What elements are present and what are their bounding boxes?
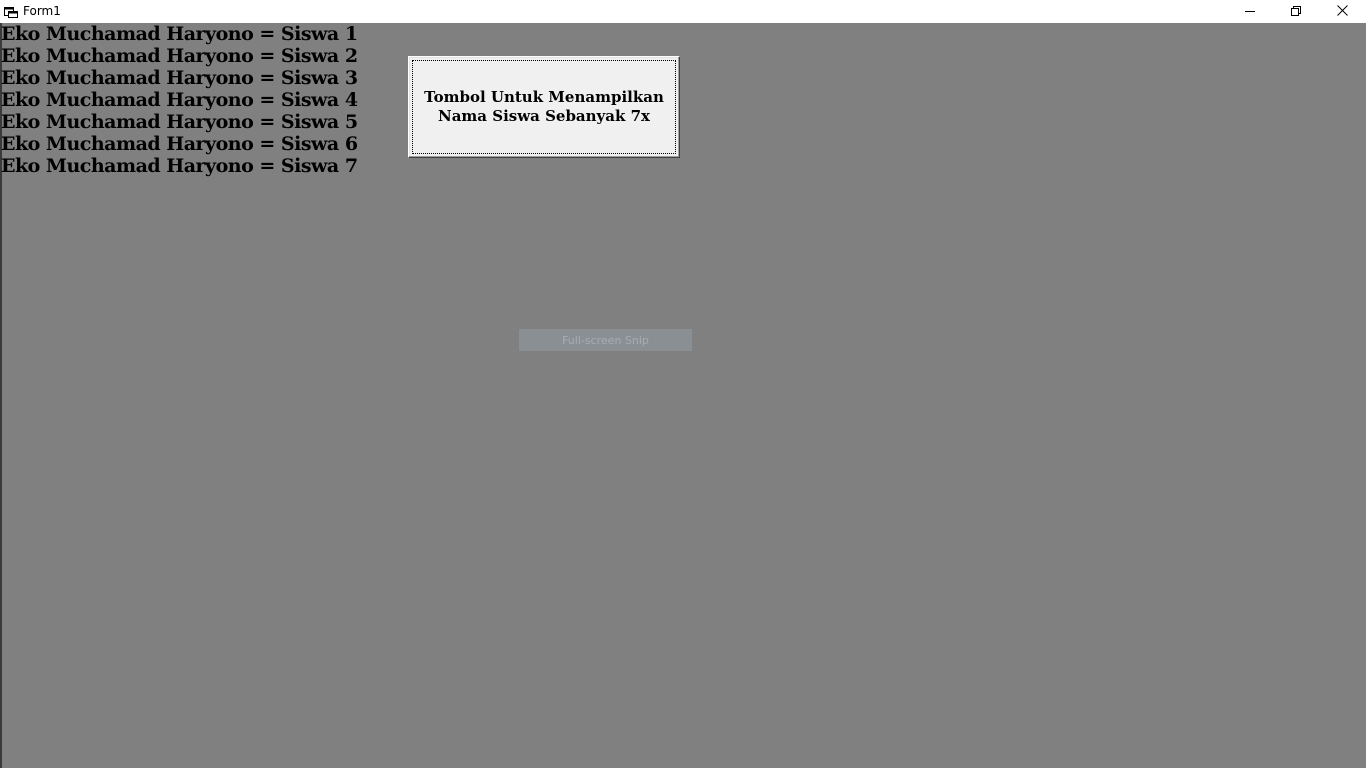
output-line: Eko Muchamad Haryono = Siswa 6 (1, 133, 358, 155)
output-line: Eko Muchamad Haryono = Siswa 1 (1, 23, 358, 45)
close-icon (1336, 4, 1348, 19)
form1-window: Form1 Eko Muchamad Haryono = Siswa 1 Eko… (0, 0, 1366, 768)
title-bar[interactable]: Form1 (0, 0, 1366, 23)
window-title: Form1 (23, 4, 61, 18)
restore-icon (1291, 5, 1301, 19)
form-window-icon[interactable] (4, 5, 18, 18)
output-line: Eko Muchamad Haryono = Siswa 2 (1, 45, 358, 67)
show-names-button[interactable]: Tombol Untuk Menampilkan Nama Siswa Seba… (408, 56, 680, 158)
output-line: Eko Muchamad Haryono = Siswa 5 (1, 111, 358, 133)
output-line: Eko Muchamad Haryono = Siswa 7 (1, 155, 358, 177)
show-names-button-label: Tombol Untuk Menampilkan Nama Siswa Seba… (424, 88, 664, 125)
output-line: Eko Muchamad Haryono = Siswa 3 (1, 67, 358, 89)
restore-button[interactable] (1273, 0, 1319, 23)
minimize-icon (1245, 5, 1255, 19)
close-button[interactable] (1319, 0, 1365, 23)
printed-output: Eko Muchamad Haryono = Siswa 1 Eko Mucha… (1, 23, 358, 177)
output-line: Eko Muchamad Haryono = Siswa 4 (1, 89, 358, 111)
minimize-button[interactable] (1227, 0, 1273, 23)
full-screen-snip-tooltip: Full-screen Snip (519, 329, 692, 351)
